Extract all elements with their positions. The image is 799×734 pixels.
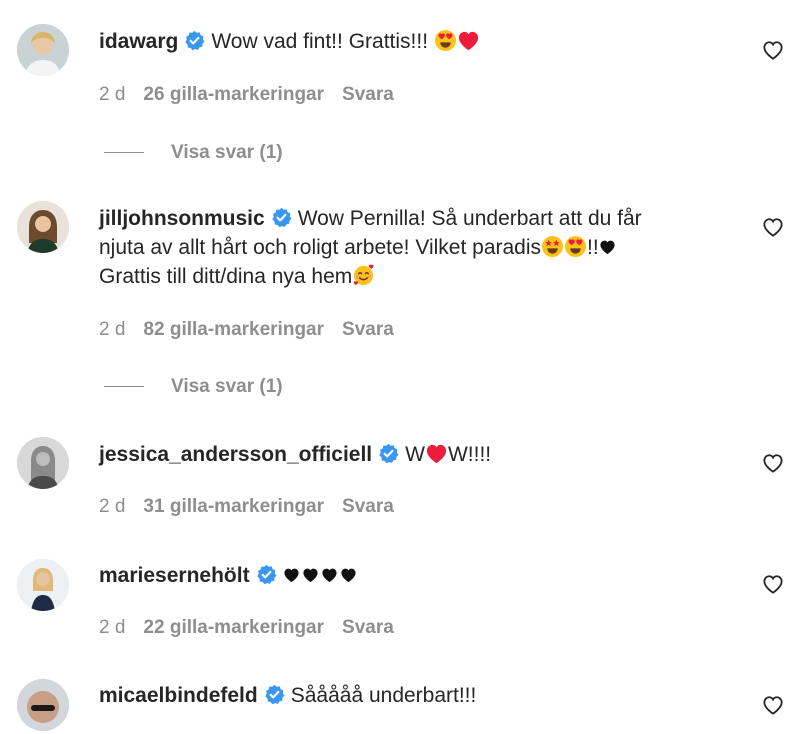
username[interactable]: jilljohnsonmusic — [99, 207, 265, 230]
avatar[interactable] — [17, 201, 69, 253]
replies-divider — [104, 386, 144, 388]
view-replies-button[interactable]: Visa svar (1) — [104, 376, 283, 398]
comment-body: Wow vad fint!! Grattis!!! — [211, 30, 434, 53]
comment-text: mariesernehölt — [99, 561, 729, 590]
black-heart-emoji — [599, 239, 616, 255]
comment-time[interactable]: 2 d — [99, 319, 125, 340]
verified-badge-icon — [184, 30, 205, 51]
likes-count[interactable]: 82 gilla-markeringar — [143, 319, 324, 340]
heart-outline-icon[interactable] — [762, 695, 784, 715]
comment-time[interactable]: 2 d — [99, 617, 125, 638]
comment-body: Sååååå underbart!!! — [290, 684, 477, 707]
heart-outline-icon[interactable] — [762, 217, 784, 237]
username[interactable]: micaelbindefeld — [99, 684, 258, 707]
avatar[interactable] — [17, 559, 69, 611]
view-replies-button[interactable]: Visa svar (1) — [104, 142, 283, 164]
comment-text: micaelbindefeld Sååååå underbart!!! — [99, 681, 729, 710]
star-eyes-emoji — [541, 235, 564, 258]
black-heart-emoji — [340, 567, 357, 583]
replies-divider — [104, 152, 144, 154]
heart-outline-icon[interactable] — [762, 574, 784, 594]
comment-meta: 2 d 82 gilla-markeringar Svara — [99, 319, 412, 341]
likes-count[interactable]: 31 gilla-markeringar — [143, 496, 324, 517]
comment-body-post: W!!!! — [447, 443, 492, 466]
red-heart-emoji — [457, 29, 480, 52]
comment-text: jessica_andersson_officiell W W!!!! — [99, 440, 729, 469]
red-heart-emoji — [425, 442, 448, 465]
comment-meta: 2 d 31 gilla-markeringar Svara — [99, 496, 412, 518]
avatar[interactable] — [17, 437, 69, 489]
verified-badge-icon — [271, 207, 292, 228]
avatar[interactable] — [17, 679, 69, 731]
view-replies-label[interactable]: Visa svar (1) — [171, 376, 283, 397]
comment-time[interactable]: 2 d — [99, 496, 125, 517]
comment-body-suffix: !! — [587, 236, 599, 259]
reply-button[interactable]: Svara — [342, 496, 394, 517]
verified-badge-icon — [378, 443, 399, 464]
comment-body-pre: W — [405, 443, 425, 466]
comment-time[interactable]: 2 d — [99, 84, 125, 105]
smiling-face-with-hearts-emoji — [352, 264, 375, 287]
heart-outline-icon[interactable] — [762, 40, 784, 60]
view-replies-label[interactable]: Visa svar (1) — [171, 142, 283, 163]
avatar[interactable] — [17, 24, 69, 76]
username[interactable]: idawarg — [99, 30, 178, 53]
black-heart-emoji — [283, 567, 300, 583]
reply-button[interactable]: Svara — [342, 319, 394, 340]
black-heart-emoji — [302, 567, 319, 583]
comment-text: idawarg Wow vad fint!! Grattis!!! — [99, 27, 729, 56]
verified-badge-icon — [264, 684, 285, 705]
username[interactable]: jessica_andersson_officiell — [99, 443, 372, 466]
comment-body-line3: Grattis till ditt/dina nya hem — [99, 265, 353, 288]
heart-eyes-emoji — [434, 29, 457, 52]
likes-count[interactable]: 26 gilla-markeringar — [143, 84, 324, 105]
likes-count[interactable]: 22 gilla-markeringar — [143, 617, 324, 638]
verified-badge-icon — [256, 564, 277, 585]
black-heart-emoji — [321, 567, 338, 583]
reply-button[interactable]: Svara — [342, 617, 394, 638]
comment-text: jilljohnsonmusic Wow Pernilla! Så underba… — [99, 204, 729, 291]
comment-body-line2: njuta av allt hårt och roligt arbete! Vi… — [99, 236, 542, 259]
comment-meta: 2 d 26 gilla-markeringar Svara — [99, 84, 412, 106]
reply-button[interactable]: Svara — [342, 84, 394, 105]
heart-eyes-emoji — [564, 235, 587, 258]
comment-meta: 2 d 22 gilla-markeringar Svara — [99, 617, 412, 639]
comment-body-line1: Wow Pernilla! Så underbart att du får — [297, 207, 642, 230]
heart-outline-icon[interactable] — [762, 453, 784, 473]
username[interactable]: mariesernehölt — [99, 564, 250, 587]
